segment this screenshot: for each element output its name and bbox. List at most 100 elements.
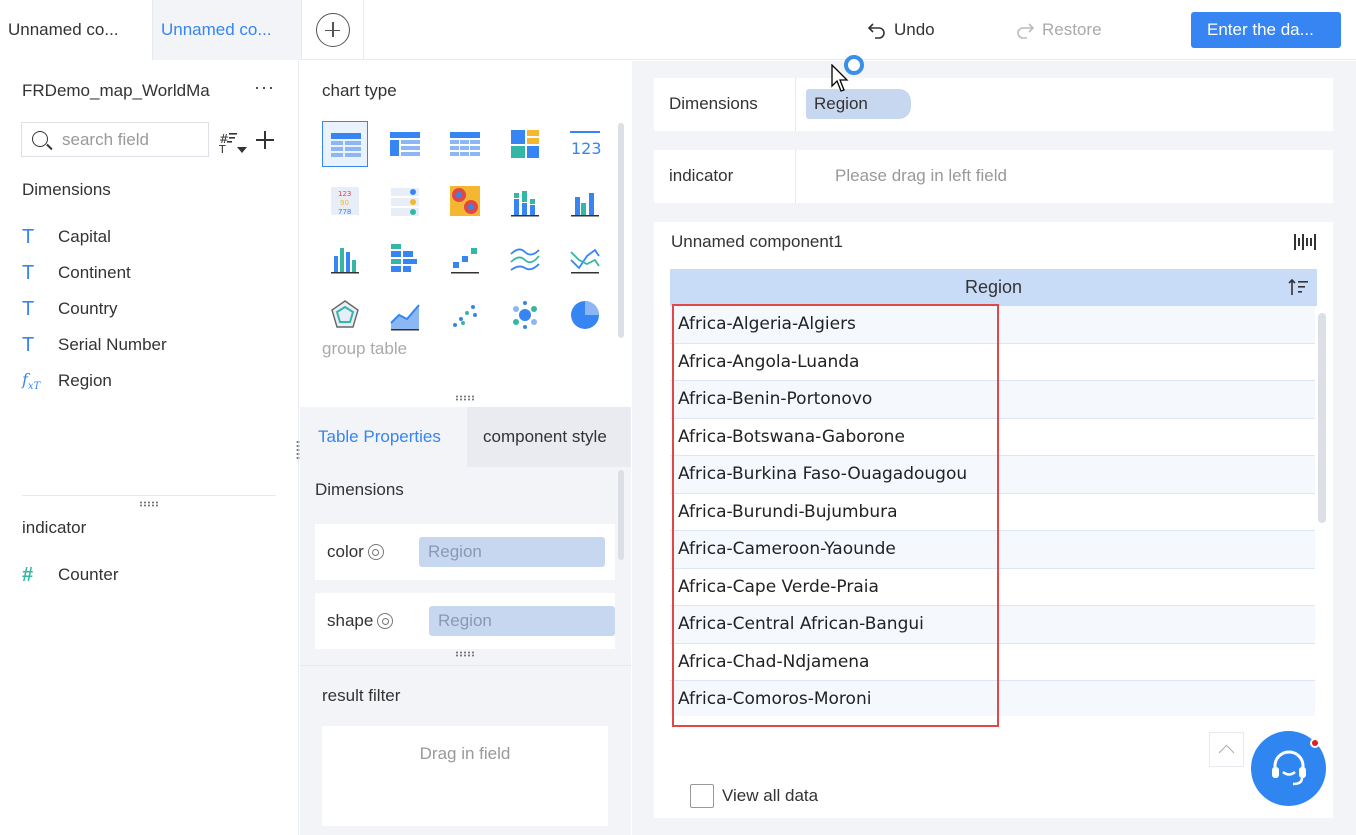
stacked-bar-chart-icon[interactable] (502, 178, 548, 224)
table-row[interactable]: Africa-Cape Verde-Praia (670, 568, 1315, 606)
add-field-icon[interactable] (256, 131, 274, 149)
headset-icon (1272, 750, 1306, 786)
preview-panel: Dimensions Region indicator Please drag … (632, 61, 1356, 835)
field-label: Serial Number (58, 335, 167, 354)
scroll-to-top-button[interactable] (1209, 732, 1244, 767)
result-filter-section: result filter Drag in field (300, 665, 631, 835)
table-row[interactable]: Africa-Algeria-Algiers (670, 306, 1315, 344)
color-label: color (327, 542, 364, 561)
chart-type-scrollbar[interactable] (618, 123, 624, 338)
group-table-chart-icon[interactable] (322, 121, 368, 167)
bar-chart-icon[interactable] (322, 235, 368, 281)
result-filter-title: result filter (322, 686, 401, 705)
tab-table-properties[interactable]: Table Properties (300, 407, 467, 467)
settings-gear-icon[interactable] (377, 613, 394, 629)
divider (795, 150, 796, 203)
radar-chart-icon[interactable] (322, 292, 368, 338)
table-scrollbar[interactable] (1318, 313, 1326, 523)
table-row[interactable]: Africa-Comoros-Moroni (670, 681, 1315, 716)
tab-unnamed-2-active[interactable]: Unnamed co... (152, 0, 302, 60)
component-card: Unnamed component1 Region Africa-Algeria… (654, 222, 1333, 818)
svg-text:90: 90 (340, 199, 349, 207)
field-continent[interactable]: T Continent (22, 258, 131, 288)
tab-component-style[interactable]: component style (467, 407, 631, 467)
table-row[interactable]: Africa-Chad-Ndjamena (670, 643, 1315, 681)
scatter-chart-icon[interactable] (442, 292, 488, 338)
table-row[interactable]: Africa-Central African-Bangui (670, 606, 1315, 644)
table-row[interactable]: Africa-Benin-Portonovo (670, 381, 1315, 419)
divider (22, 495, 276, 496)
search-icon (32, 131, 48, 147)
more-icon[interactable]: ··· (254, 77, 275, 98)
svg-text:123: 123 (571, 139, 601, 158)
field-capital[interactable]: T Capital (22, 222, 111, 252)
settings-gear-icon[interactable] (367, 544, 384, 560)
restore-button[interactable]: Restore (1014, 16, 1102, 44)
sort-ascending-icon[interactable] (1288, 278, 1308, 296)
field-serial-number[interactable]: T Serial Number (22, 330, 167, 360)
cross-table-chart-icon[interactable] (382, 121, 428, 167)
horizontal-bar-chart-icon[interactable] (382, 235, 428, 281)
text-type-icon: T (22, 261, 35, 284)
indicator-title: indicator (22, 518, 87, 537)
component-title[interactable]: Unnamed component1 (671, 232, 843, 252)
redo-icon (1017, 23, 1035, 39)
progress-table-chart-icon[interactable] (382, 178, 428, 224)
result-filter-hint: Drag in field (419, 744, 511, 763)
enter-data-button[interactable]: Enter the da... (1191, 12, 1341, 48)
line-chart-icon[interactable] (502, 235, 548, 281)
view-all-checkbox[interactable] (690, 784, 714, 808)
kpi-number-chart-icon[interactable]: 123 (562, 121, 608, 167)
detail-table-chart-icon[interactable] (442, 121, 488, 167)
tab-unnamed-1[interactable]: Unnamed co... (0, 0, 152, 60)
table-row[interactable]: Africa-Cameroon-Yaounde (670, 531, 1315, 569)
table-row[interactable]: Africa-Angola-Luanda (670, 343, 1315, 381)
field-label: Continent (58, 263, 131, 282)
heatmap-chart-icon[interactable] (442, 178, 488, 224)
table-row[interactable]: Africa-Botswana-Gaborone (670, 418, 1315, 456)
svg-text:T: T (219, 143, 226, 155)
customer-support-button[interactable] (1251, 731, 1326, 806)
search-field-box[interactable] (21, 122, 209, 157)
notification-dot (1310, 738, 1320, 748)
shape-label: shape (327, 611, 374, 630)
resize-handle[interactable] (139, 501, 159, 507)
bubble-chart-icon[interactable] (502, 292, 548, 338)
number-type-icon: # (22, 563, 34, 586)
text-type-icon: T (22, 333, 35, 356)
field-sort-icon[interactable]: # T (219, 129, 249, 155)
polyline-chart-icon[interactable] (562, 235, 608, 281)
resize-handle[interactable] (455, 651, 475, 657)
indicator-dropzone[interactable]: indicator Please drag in left field (654, 150, 1333, 203)
result-filter-dropzone[interactable]: Drag in field (322, 726, 608, 826)
svg-text:123: 123 (338, 190, 351, 198)
field-label: Capital (58, 227, 111, 246)
dimensions-dropzone[interactable]: Dimensions Region (654, 78, 1333, 131)
view-all-data-toggle[interactable]: View all data (690, 784, 818, 808)
table-row[interactable]: Africa-Burundi-Bujumbura (670, 493, 1315, 531)
table-row[interactable]: Africa-Burkina Faso-Ouagadougou (670, 456, 1315, 494)
shape-field-pill[interactable]: Region (429, 606, 615, 636)
color-table-chart-icon[interactable]: 123 90 778 (322, 178, 368, 224)
field-country[interactable]: T Country (22, 294, 118, 324)
color-field-pill[interactable]: Region (419, 537, 605, 567)
text-type-icon: T (22, 225, 35, 248)
treemap-chart-icon[interactable] (502, 121, 548, 167)
dataset-name[interactable]: FRDemo_map_WorldMa (22, 81, 227, 101)
waterfall-chart-icon[interactable] (442, 235, 488, 281)
column-width-icon[interactable] (1294, 234, 1316, 250)
chart-type-hint: group table (322, 339, 408, 358)
undo-button[interactable]: Undo (866, 16, 935, 44)
add-tab-button[interactable] (302, 0, 364, 60)
pie-chart-icon[interactable] (562, 292, 608, 338)
grouped-bar-chart-icon[interactable] (562, 178, 608, 224)
field-counter[interactable]: # Counter (22, 560, 118, 590)
region-dimension-pill[interactable]: Region (806, 89, 911, 119)
chart-type-title: chart type (322, 81, 397, 100)
table-header-region[interactable]: Region (670, 269, 1317, 306)
resize-handle[interactable] (455, 395, 475, 401)
props-scrollbar[interactable] (618, 470, 624, 560)
area-chart-icon[interactable] (382, 292, 428, 338)
field-region[interactable]: fxT Region (22, 366, 112, 396)
search-input[interactable] (62, 127, 202, 152)
